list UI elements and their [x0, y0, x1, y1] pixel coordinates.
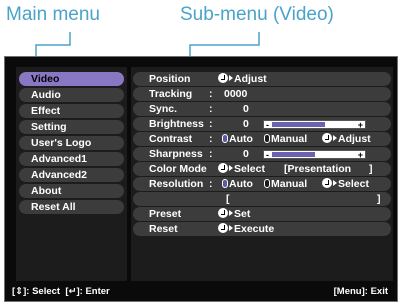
enter-icon — [218, 208, 228, 218]
enter-icon — [218, 73, 228, 83]
select-hint: [⇕]: Select — [12, 286, 61, 297]
sub-menu-row-color-mode[interactable]: Color Mode Select [Presentation ] — [133, 162, 391, 176]
color-mode-select[interactable]: Select — [218, 162, 265, 176]
contrast-option-auto[interactable]: Auto — [222, 132, 253, 146]
sync-label: Sync. — [149, 103, 178, 115]
enter-icon — [218, 163, 228, 173]
sub-menu-row-resolution-value[interactable]: [ ] — [133, 192, 391, 206]
sub-menu-row-sharpness[interactable]: Sharpness : 0 - + — [133, 147, 391, 161]
contrast-label: Contrast — [149, 133, 193, 145]
tracking-sep: : — [209, 88, 213, 100]
sub-menu-row-sync[interactable]: Sync. : 0 — [133, 102, 391, 116]
arrow-right-icon — [229, 210, 233, 216]
arrow-right-icon — [229, 75, 233, 81]
brightness-minus: - — [266, 120, 269, 130]
resolution-value-open: [ — [226, 193, 230, 205]
sub-menu-row-contrast[interactable]: Contrast : Auto Manual Adjust — [133, 132, 391, 146]
brightness-plus: + — [357, 120, 363, 130]
main-menu-item-audio[interactable]: Audio — [19, 88, 124, 102]
sharpness-minus: - — [266, 150, 269, 160]
radio-unselected-icon — [264, 179, 270, 188]
sub-menu-panel: Position Adjust Tracking : 0000 Sync. : … — [131, 67, 393, 281]
exit-hint: [Menu]: Exit — [333, 286, 388, 297]
brightness-label: Brightness — [149, 118, 204, 130]
sub-menu-row-tracking[interactable]: Tracking : 0000 — [133, 87, 391, 101]
position-adjust[interactable]: Adjust — [218, 72, 267, 86]
sharpness-sep: : — [209, 148, 213, 160]
main-menu-panel: Video Audio Effect Setting User's Logo A… — [16, 67, 127, 281]
resolution-option-manual[interactable]: Manual — [264, 177, 307, 191]
color-mode-close: ] — [369, 163, 373, 175]
enter-icon — [322, 133, 332, 143]
sharpness-label: Sharpness — [149, 148, 203, 160]
enter-icon — [322, 178, 332, 188]
sub-menu-row-brightness[interactable]: Brightness : 0 - + — [133, 117, 391, 131]
preset-set[interactable]: Set — [218, 207, 250, 221]
contrast-sep: : — [209, 133, 213, 145]
resolution-value-close: ] — [377, 193, 381, 205]
sync-sep: : — [209, 103, 213, 115]
color-mode-value: [Presentation — [284, 163, 352, 175]
sub-menu-row-reset[interactable]: Reset Execute — [133, 222, 391, 236]
reset-label: Reset — [149, 223, 178, 235]
brightness-sep: : — [209, 118, 213, 130]
brightness-value: 0 — [243, 118, 249, 130]
resolution-option-auto[interactable]: Auto — [222, 177, 253, 191]
sharpness-slider-fill — [272, 152, 315, 157]
arrow-right-icon — [229, 165, 233, 171]
sync-value: 0 — [243, 103, 249, 115]
sharpness-plus: + — [357, 150, 363, 160]
enter-icon — [218, 223, 228, 233]
resolution-select[interactable]: Select — [322, 177, 369, 191]
tracking-label: Tracking — [149, 88, 193, 100]
sharpness-value: 0 — [243, 148, 249, 160]
color-mode-label: Color Mode — [149, 163, 207, 175]
sharpness-slider[interactable]: - + — [263, 150, 366, 160]
projector-menu-screen: Video Audio Effect Setting User's Logo A… — [4, 56, 398, 302]
reset-execute[interactable]: Execute — [218, 222, 274, 236]
status-hints: [⇕]: Select [↵]: Enter — [12, 284, 110, 300]
sub-menu-row-resolution[interactable]: Resolution : Auto Manual Select — [133, 177, 391, 191]
contrast-adjust[interactable]: Adjust — [322, 132, 371, 146]
preset-label: Preset — [149, 208, 182, 220]
status-bar: [⇕]: Select [↵]: Enter [Menu]: Exit — [4, 284, 396, 300]
main-menu-item-effect[interactable]: Effect — [19, 104, 124, 118]
radio-selected-icon — [222, 134, 228, 143]
position-label: Position — [149, 73, 191, 85]
arrow-right-icon — [333, 180, 337, 186]
main-menu-item-setting[interactable]: Setting — [19, 120, 124, 134]
resolution-sep: : — [209, 178, 213, 190]
resolution-label: Resolution — [149, 178, 204, 190]
main-menu-item-about[interactable]: About — [19, 184, 124, 198]
tracking-value: 0000 — [224, 88, 248, 100]
radio-unselected-icon — [264, 134, 270, 143]
contrast-option-manual[interactable]: Manual — [264, 132, 307, 146]
radio-selected-icon — [222, 179, 228, 188]
main-menu-item-advanced1[interactable]: Advanced1 — [19, 152, 124, 166]
enter-hint: [↵]: Enter — [65, 286, 110, 297]
main-menu-item-users-logo[interactable]: User's Logo — [19, 136, 124, 150]
main-menu-item-advanced2[interactable]: Advanced2 — [19, 168, 124, 182]
arrow-right-icon — [333, 135, 337, 141]
main-menu-item-video[interactable]: Video — [19, 72, 124, 86]
brightness-slider-fill — [272, 122, 325, 127]
brightness-slider[interactable]: - + — [263, 120, 366, 130]
main-menu-item-reset-all[interactable]: Reset All — [19, 200, 124, 214]
sub-menu-row-preset[interactable]: Preset Set — [133, 207, 391, 221]
arrow-right-icon — [229, 225, 233, 231]
sub-menu-row-position[interactable]: Position Adjust — [133, 72, 391, 86]
